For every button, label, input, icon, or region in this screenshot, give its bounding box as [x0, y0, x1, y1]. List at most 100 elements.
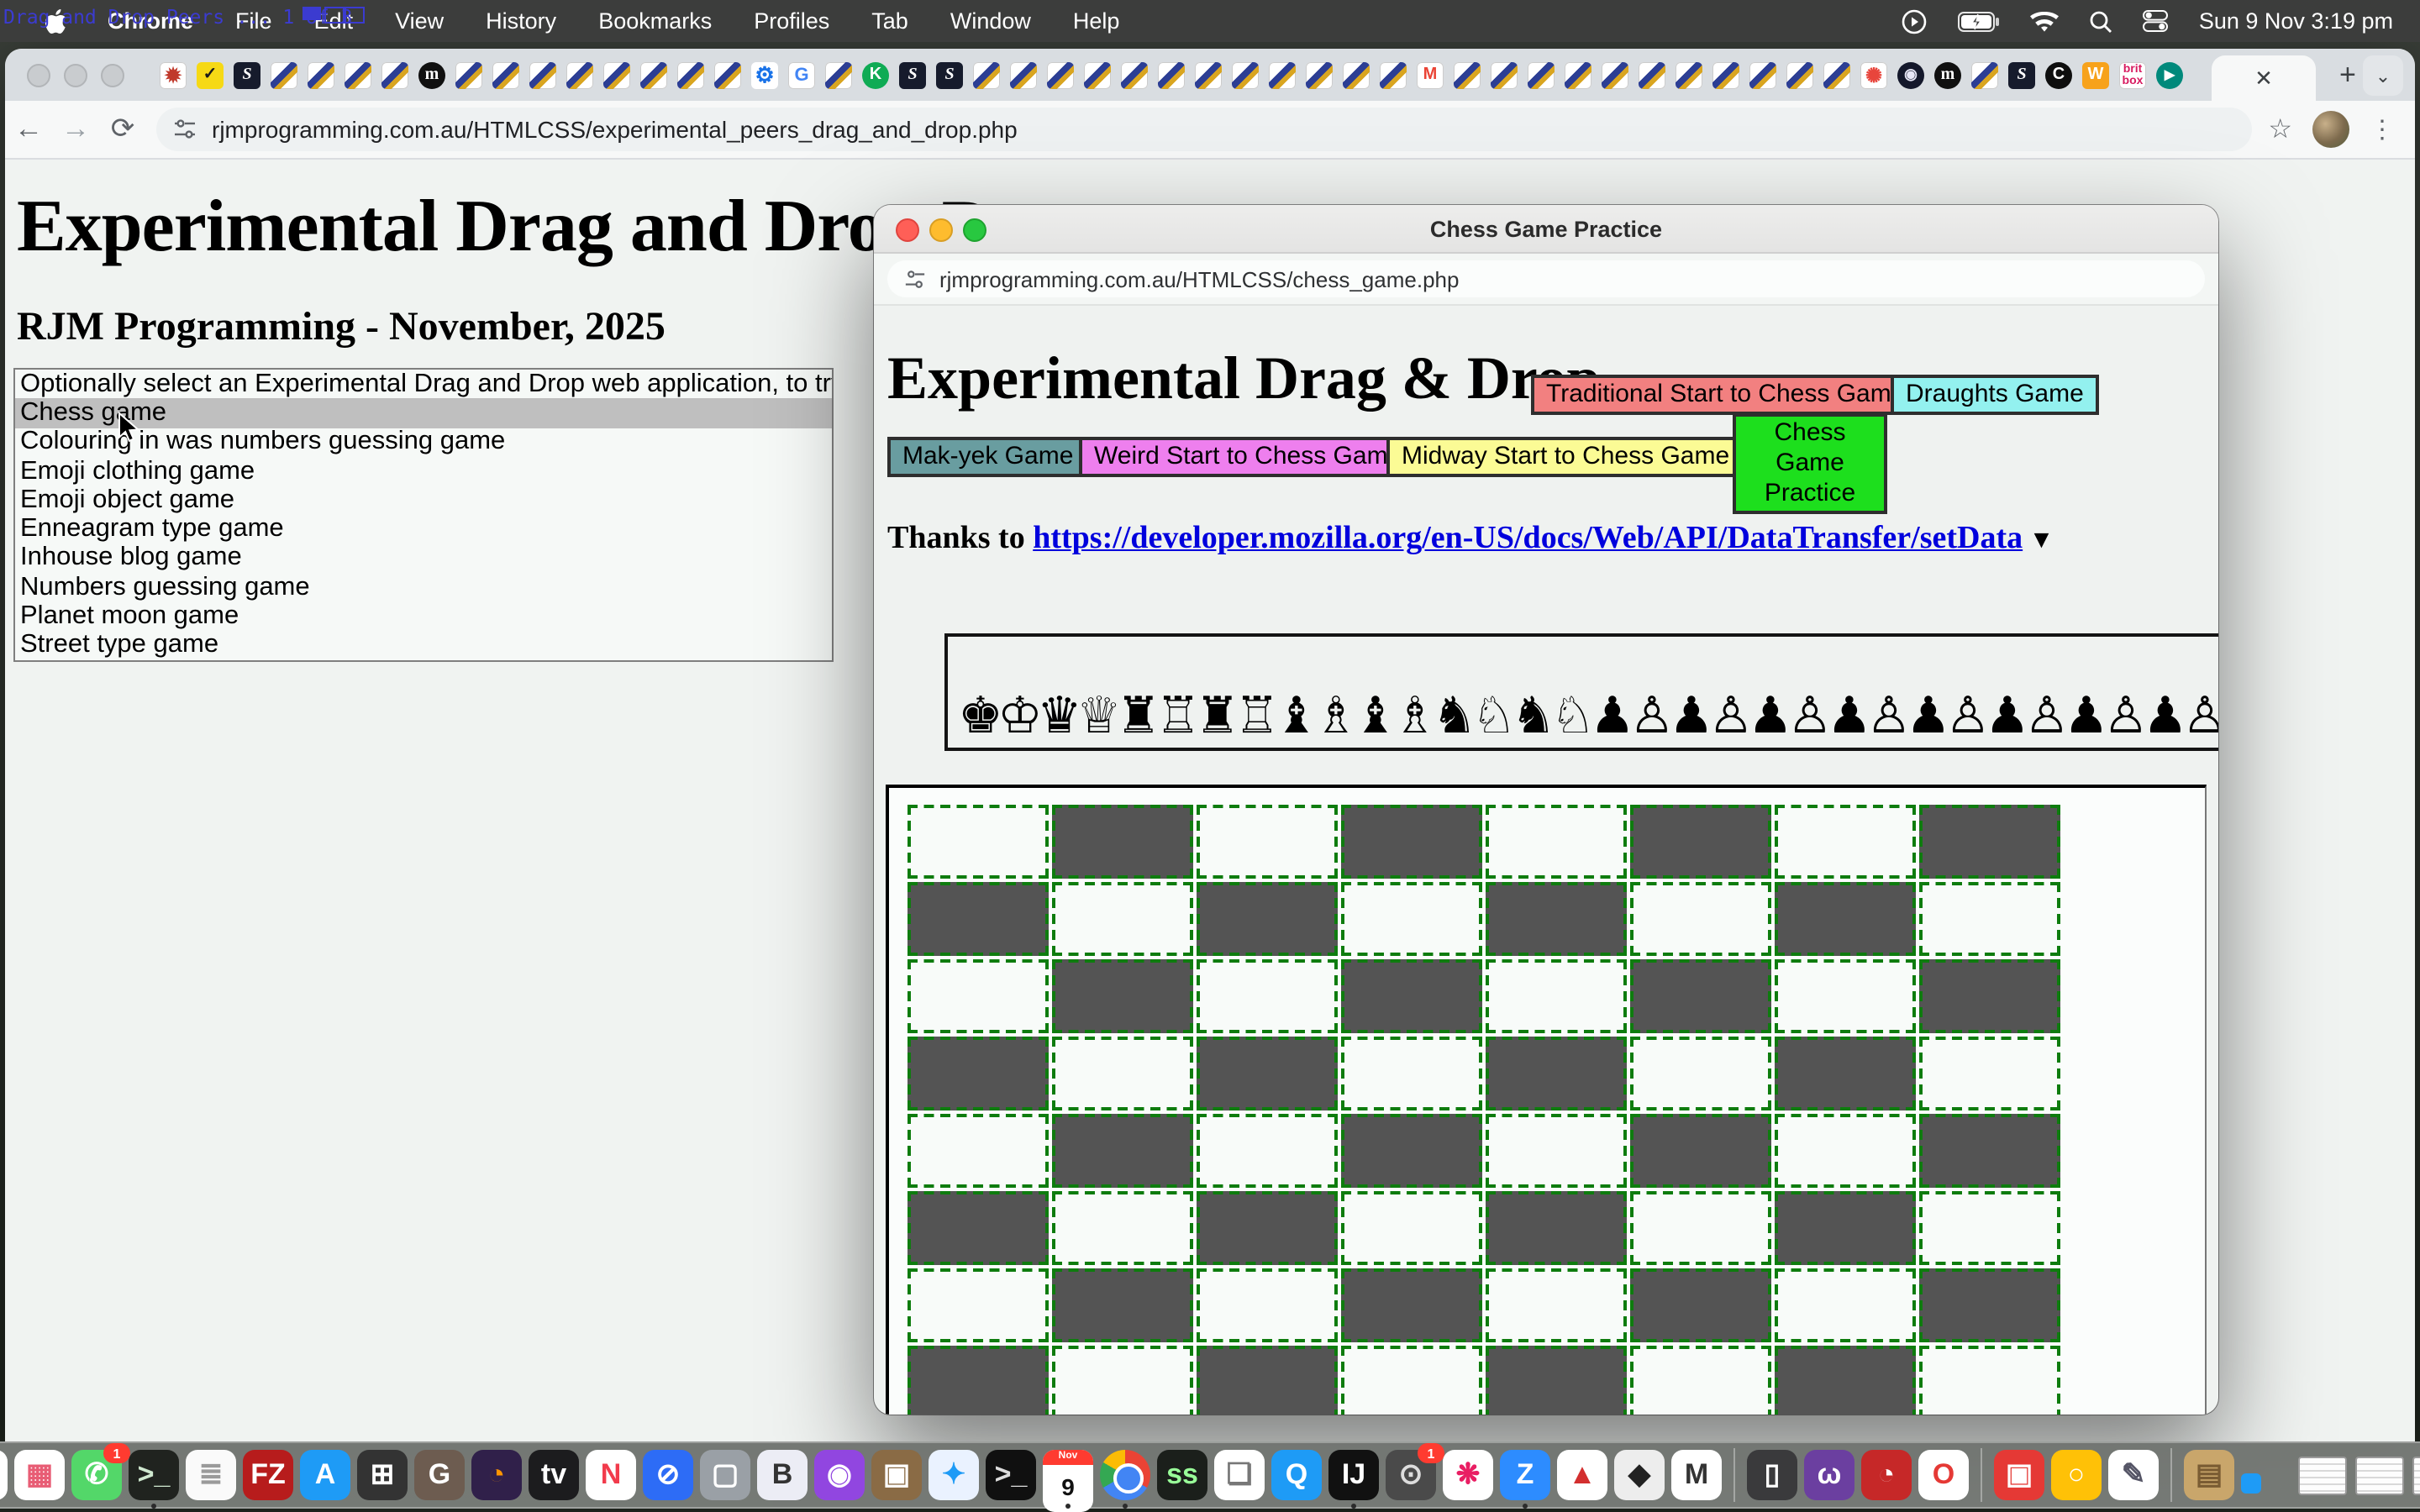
board-cell-r4c0[interactable]: [908, 1114, 1049, 1188]
minimized-window-preview[interactable]: [2412, 1457, 2420, 1495]
chess-piece-25[interactable]: ♙: [1945, 690, 1985, 744]
popup-zoom-button[interactable]: [963, 218, 986, 242]
dock-zoom[interactable]: Z: [1500, 1450, 1550, 1500]
board-cell-r1c0[interactable]: [908, 882, 1049, 956]
chrome-menu-icon[interactable]: ⋮: [2370, 114, 2395, 144]
chess-piece-31[interactable]: ♙: [2182, 690, 2218, 744]
dock-firefox[interactable]: ◔: [471, 1450, 522, 1500]
pinned-tab-check[interactable]: ✓: [192, 53, 229, 97]
pinned-tab-pen[interactable]: [1227, 53, 1264, 97]
dock-intellij[interactable]: IJ: [1328, 1450, 1379, 1500]
board-cell-r4c4[interactable]: [1486, 1114, 1627, 1188]
pinned-tab-pen[interactable]: [1338, 53, 1375, 97]
pinned-tab-pen[interactable]: [672, 53, 709, 97]
board-cell-r3c0[interactable]: [908, 1037, 1049, 1110]
dock-pages-pencil[interactable]: ✎: [2108, 1450, 2159, 1500]
board-cell-r3c6[interactable]: [1775, 1037, 1916, 1110]
board-cell-r0c7[interactable]: [1919, 805, 2060, 879]
pinned-tab-pen[interactable]: [709, 53, 746, 97]
chess-piece-7[interactable]: ♖: [1234, 690, 1274, 744]
tab-search-button[interactable]: ⌄: [2363, 55, 2403, 96]
board-cell-r6c7[interactable]: [1919, 1268, 2060, 1342]
traditional-game-button[interactable]: Traditional Start to Chess Game: [1531, 375, 1920, 415]
board-cell-r5c6[interactable]: [1775, 1191, 1916, 1265]
chess-piece-10[interactable]: ♝: [1353, 690, 1392, 744]
popup-close-button[interactable]: [896, 218, 919, 242]
listbox-option-planet-moon-game[interactable]: Planet moon game: [15, 602, 832, 632]
popup-minimize-button[interactable]: [929, 218, 953, 242]
chess-piece-11[interactable]: ♗: [1392, 690, 1432, 744]
board-cell-r7c1[interactable]: [1052, 1346, 1193, 1415]
chess-piece-5[interactable]: ♖: [1155, 690, 1195, 744]
chess-piece-0[interactable]: ♚: [958, 690, 997, 744]
dock-filezilla[interactable]: FZ: [243, 1450, 293, 1500]
board-cell-r3c3[interactable]: [1341, 1037, 1482, 1110]
board-cell-r3c4[interactable]: [1486, 1037, 1627, 1110]
url-text[interactable]: rjmprogramming.com.au/HTMLCSS/experiment…: [212, 116, 1018, 143]
url-bar[interactable]: rjmprogramming.com.au/HTMLCSS/experiment…: [156, 108, 2251, 151]
board-cell-r5c2[interactable]: [1197, 1191, 1338, 1265]
pinned-tab-pen[interactable]: [1449, 53, 1486, 97]
dock-mozilla[interactable]: M: [1671, 1450, 1722, 1500]
chess-piece-2[interactable]: ♛: [1037, 690, 1076, 744]
board-cell-r2c0[interactable]: [908, 959, 1049, 1033]
board-cell-r7c7[interactable]: [1919, 1346, 2060, 1415]
pinned-tab-pen[interactable]: [1153, 53, 1190, 97]
board-cell-r2c6[interactable]: [1775, 959, 1916, 1033]
dock-photos-gray[interactable]: ▢: [700, 1450, 750, 1500]
board-cell-r6c6[interactable]: [1775, 1268, 1916, 1342]
back-button[interactable]: ←: [5, 113, 52, 146]
practice-game-button[interactable]: Chess Game Practice: [1733, 413, 1887, 514]
popup-site-settings-icon[interactable]: [904, 268, 926, 290]
board-cell-r2c1[interactable]: [1052, 959, 1193, 1033]
pinned-tab-pen[interactable]: [968, 53, 1005, 97]
menu-item-window[interactable]: Window: [950, 8, 1031, 34]
board-cell-r2c5[interactable]: [1630, 959, 1771, 1033]
pinned-tab-pen[interactable]: [1079, 53, 1116, 97]
zoom-window-button[interactable]: [101, 63, 124, 87]
dock-bbedit[interactable]: B: [757, 1450, 808, 1500]
chess-piece-23[interactable]: ♙: [1866, 690, 1906, 744]
board-cell-r6c0[interactable]: [908, 1268, 1049, 1342]
pinned-tab-pen[interactable]: [266, 53, 302, 97]
pinned-tab-pen[interactable]: [524, 53, 561, 97]
board-cell-r7c3[interactable]: [1341, 1346, 1482, 1415]
pinned-tab-m[interactable]: m: [413, 53, 450, 97]
pinned-tab-dots[interactable]: ✺: [1855, 53, 1892, 97]
menu-item-view[interactable]: View: [395, 8, 444, 34]
chess-piece-16[interactable]: ♟: [1590, 690, 1629, 744]
dock-chrome[interactable]: [1100, 1450, 1150, 1500]
chess-piece-17[interactable]: ♙: [1629, 690, 1669, 744]
profile-avatar[interactable]: [2312, 111, 2349, 148]
pinned-tab-gear[interactable]: ⚙: [746, 53, 783, 97]
dock-cat-app[interactable]: ω: [1804, 1450, 1854, 1500]
board-cell-r1c6[interactable]: [1775, 882, 1916, 956]
chess-piece-26[interactable]: ♟: [1985, 690, 2024, 744]
dock-win[interactable]: [2355, 1450, 2406, 1500]
dock-launchpad[interactable]: ▦: [14, 1450, 65, 1500]
pinned-tab-pen[interactable]: [1523, 53, 1560, 97]
board-cell-r0c6[interactable]: [1775, 805, 1916, 879]
popup-title-bar[interactable]: Chess Game Practice: [874, 205, 2218, 254]
dock-quicktime[interactable]: Q: [1271, 1450, 1322, 1500]
pinned-tab-pen[interactable]: [598, 53, 635, 97]
pinned-tab-pen[interactable]: [1707, 53, 1744, 97]
dock-mini[interactable]: [2241, 1450, 2291, 1500]
menu-item-profiles[interactable]: Profiles: [754, 8, 829, 34]
battery-icon[interactable]: [1959, 11, 2001, 31]
pinned-tab-pen[interactable]: [1264, 53, 1301, 97]
pinned-tab-s[interactable]: S: [2003, 53, 2040, 97]
dock-news[interactable]: N: [586, 1450, 636, 1500]
board-cell-r7c2[interactable]: [1197, 1346, 1338, 1415]
pinned-tab-pen[interactable]: [1005, 53, 1042, 97]
pinned-tab-pen[interactable]: [339, 53, 376, 97]
new-tab-button[interactable]: +: [2339, 58, 2356, 92]
pinned-tab-pen[interactable]: [1781, 53, 1818, 97]
listbox-option-inhouse-blog-game[interactable]: Inhouse blog game: [15, 544, 832, 574]
board-cell-r5c0[interactable]: [908, 1191, 1049, 1265]
pinned-tab-pen[interactable]: [1670, 53, 1707, 97]
pinned-tab-pen[interactable]: [450, 53, 487, 97]
menu-item-tab[interactable]: Tab: [871, 8, 908, 34]
pinned-tab-pen[interactable]: [302, 53, 339, 97]
listbox-option-numbers-guessing-game[interactable]: Numbers guessing game: [15, 573, 832, 602]
